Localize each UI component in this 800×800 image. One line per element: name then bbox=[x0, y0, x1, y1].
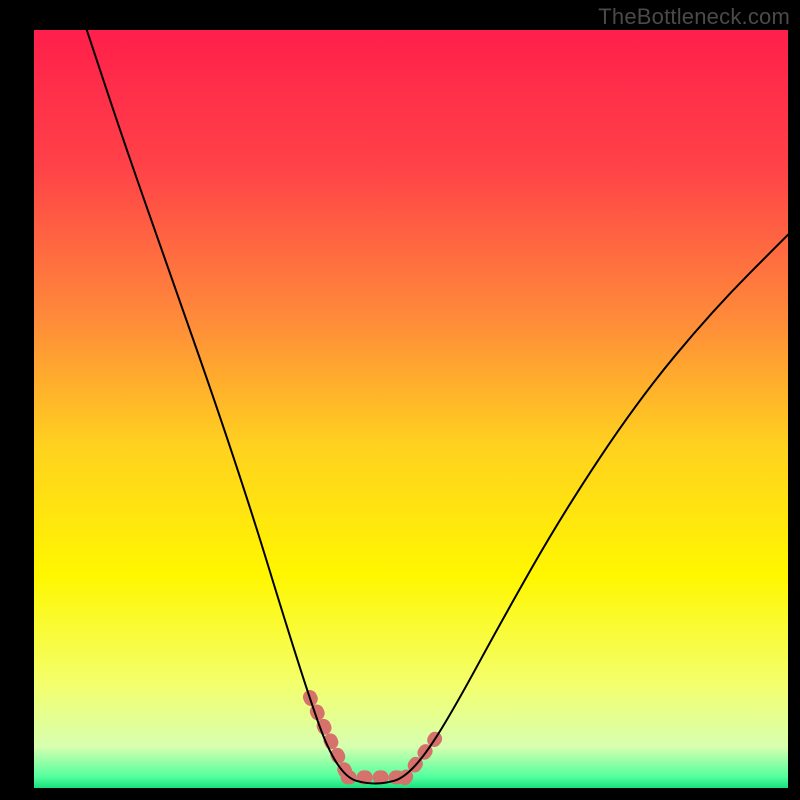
plot-background bbox=[34, 30, 788, 788]
watermark-text: TheBottleneck.com bbox=[598, 4, 790, 30]
bottleneck-chart bbox=[0, 0, 800, 800]
chart-frame: TheBottleneck.com bbox=[0, 0, 800, 800]
